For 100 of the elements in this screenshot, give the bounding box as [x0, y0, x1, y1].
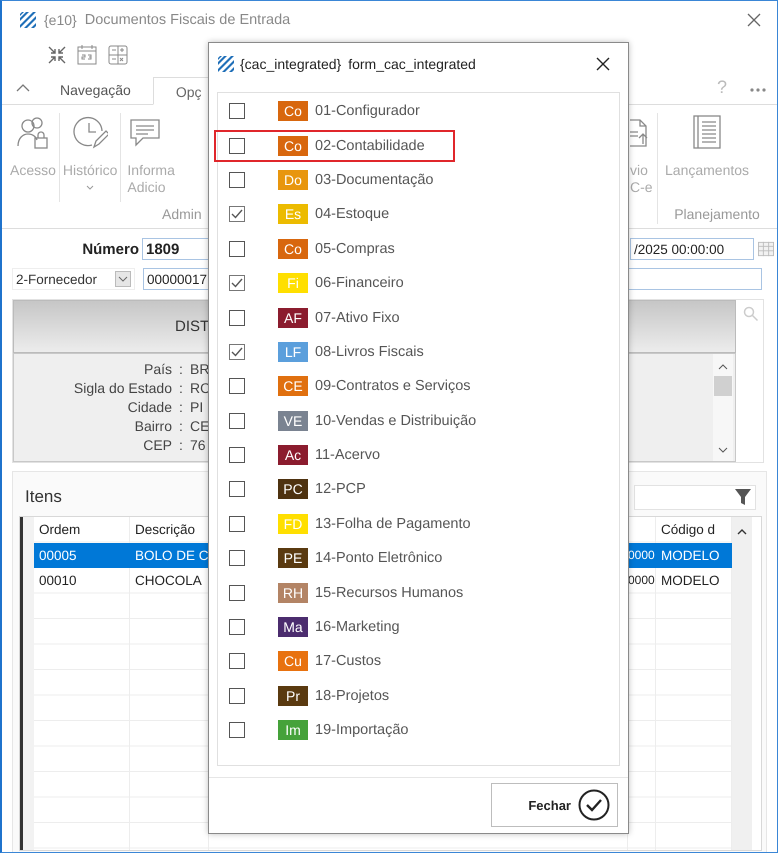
app-tag: {e10}: [44, 12, 77, 28]
checkbox[interactable]: [229, 550, 245, 566]
module-badge: Fi: [278, 273, 308, 294]
checkbox[interactable]: [229, 103, 245, 120]
checkbox[interactable]: [229, 722, 245, 738]
group-label: Planejamento: [673, 206, 761, 224]
module-label[interactable]: 05-Compras: [315, 240, 395, 257]
module-badge: Co: [278, 238, 308, 259]
clock-pencil-icon: [72, 114, 108, 150]
module-label[interactable]: 12-PCP: [315, 481, 366, 498]
colon: :: [178, 379, 184, 398]
table-cell-text: 00010: [38, 572, 78, 590]
panel-title: DIST: [175, 318, 210, 335]
module-badge: CE: [278, 376, 308, 396]
dialog-tag: {cac_integrated}: [240, 56, 342, 72]
checkbox[interactable]: [229, 688, 245, 704]
party-name-field[interactable]: [627, 268, 762, 290]
module-label[interactable]: 16-Marketing: [315, 619, 400, 636]
module-badge: LF: [278, 342, 308, 362]
checkbox[interactable]: [229, 619, 245, 636]
module-badge: Co: [278, 101, 308, 122]
scroll-thumb[interactable]: [714, 376, 732, 396]
module-label[interactable]: 19-Importação: [315, 722, 408, 738]
window-title: Documentos Fiscais de Entrada: [84, 12, 290, 28]
table-cell-text: 0000: [628, 572, 656, 589]
logo-icon: [218, 56, 234, 72]
close-icon[interactable]: [596, 57, 610, 71]
party-type-dropdown[interactable]: 2-Fornecedor: [12, 268, 135, 290]
table-cell: BOLO DE C: [130, 542, 209, 568]
checkbox[interactable]: [229, 378, 245, 394]
checkbox[interactable]: [229, 310, 245, 326]
module-label[interactable]: 10-Vendas e Distribuição: [315, 412, 476, 429]
collapse-icon[interactable]: [47, 45, 67, 65]
scroll-up-icon: [737, 529, 747, 535]
module-label[interactable]: 08-Livros Fiscais: [315, 344, 424, 360]
checkbox[interactable]: [229, 172, 245, 188]
checkbox[interactable]: [229, 447, 245, 464]
filter-icon[interactable]: [734, 488, 752, 506]
checkbox[interactable]: [229, 275, 245, 292]
calculator-icon[interactable]: [107, 44, 129, 66]
scroll-down-icon: [718, 447, 728, 453]
checkbox[interactable]: [229, 240, 245, 257]
table-cell: 00005: [34, 542, 130, 568]
module-badge: Pr: [278, 686, 308, 706]
column-header: Descrição: [134, 521, 196, 539]
module-label[interactable]: 18-Projetos: [315, 688, 390, 704]
module-label[interactable]: 04-Estoque: [315, 206, 390, 222]
field-value: 76: [190, 436, 207, 455]
check-circle-icon: [578, 789, 610, 821]
module-badge: RH: [278, 582, 308, 603]
field-label: CEP: [142, 436, 172, 455]
scrollbar[interactable]: [732, 517, 752, 850]
module-label[interactable]: 07-Ativo Fixo: [315, 310, 400, 326]
module-label[interactable]: 13-Folha de Pagamento: [315, 516, 471, 532]
field-value: BR: [190, 360, 210, 379]
group-label: Admin: [161, 206, 203, 224]
table-cell: MODELO: [656, 542, 732, 568]
checkbox[interactable]: [229, 516, 245, 532]
scrollbar[interactable]: [713, 354, 733, 461]
module-label[interactable]: 06-Financeiro: [315, 275, 404, 292]
table-cell-text: CHOCOLA: [134, 572, 203, 590]
module-badge: AF: [278, 308, 308, 328]
close-button[interactable]: Fechar: [491, 783, 618, 827]
module-badge: FD: [278, 514, 308, 534]
dialog-title: form_cac_integrated: [348, 56, 476, 72]
module-label[interactable]: 09-Contratos e Serviços: [315, 378, 471, 394]
module-label[interactable]: 02-Contabilidade: [315, 138, 425, 154]
module-label[interactable]: 11-Acervo: [315, 447, 380, 464]
module-badge: Co: [278, 136, 308, 156]
ribbon-tab[interactable]: Navegação: [46, 76, 153, 104]
filter-field[interactable]: [634, 484, 756, 510]
checkbox[interactable]: [229, 584, 245, 601]
module-label[interactable]: 15-Recursos Humanos: [315, 584, 464, 601]
module-label[interactable]: 17-Custos: [315, 653, 382, 670]
field-value: CE: [190, 417, 210, 436]
module-badge: Ac: [278, 445, 308, 466]
colon: :: [178, 436, 184, 455]
column-header: Ordem: [38, 521, 82, 539]
date-field[interactable]: /2025 00:00:00: [630, 238, 754, 260]
module-badge: Ma: [278, 617, 308, 638]
field-label: Número: [81, 240, 140, 258]
more-icon[interactable]: [749, 87, 767, 93]
column-header: Código d: [660, 521, 716, 539]
calendar-icon[interactable]: [76, 44, 98, 66]
collapse-ribbon-icon[interactable]: [16, 83, 30, 93]
checkbox[interactable]: [229, 206, 245, 222]
module-badge: Do: [278, 170, 308, 190]
checkbox[interactable]: [229, 138, 245, 154]
checkbox[interactable]: [229, 412, 245, 429]
scroll-up-icon: [718, 364, 728, 370]
checkbox[interactable]: [229, 653, 245, 670]
module-label[interactable]: 01-Configurador: [315, 103, 420, 120]
module-badge: Es: [278, 204, 308, 224]
module-label[interactable]: 14-Ponto Eletrônico: [315, 550, 442, 566]
checkbox[interactable]: [229, 344, 245, 360]
colon: :: [178, 398, 184, 417]
module-label[interactable]: 03-Documentação: [315, 172, 434, 188]
module-badge: PE: [278, 548, 308, 568]
field-label: País: [142, 360, 172, 379]
checkbox[interactable]: [229, 481, 245, 498]
